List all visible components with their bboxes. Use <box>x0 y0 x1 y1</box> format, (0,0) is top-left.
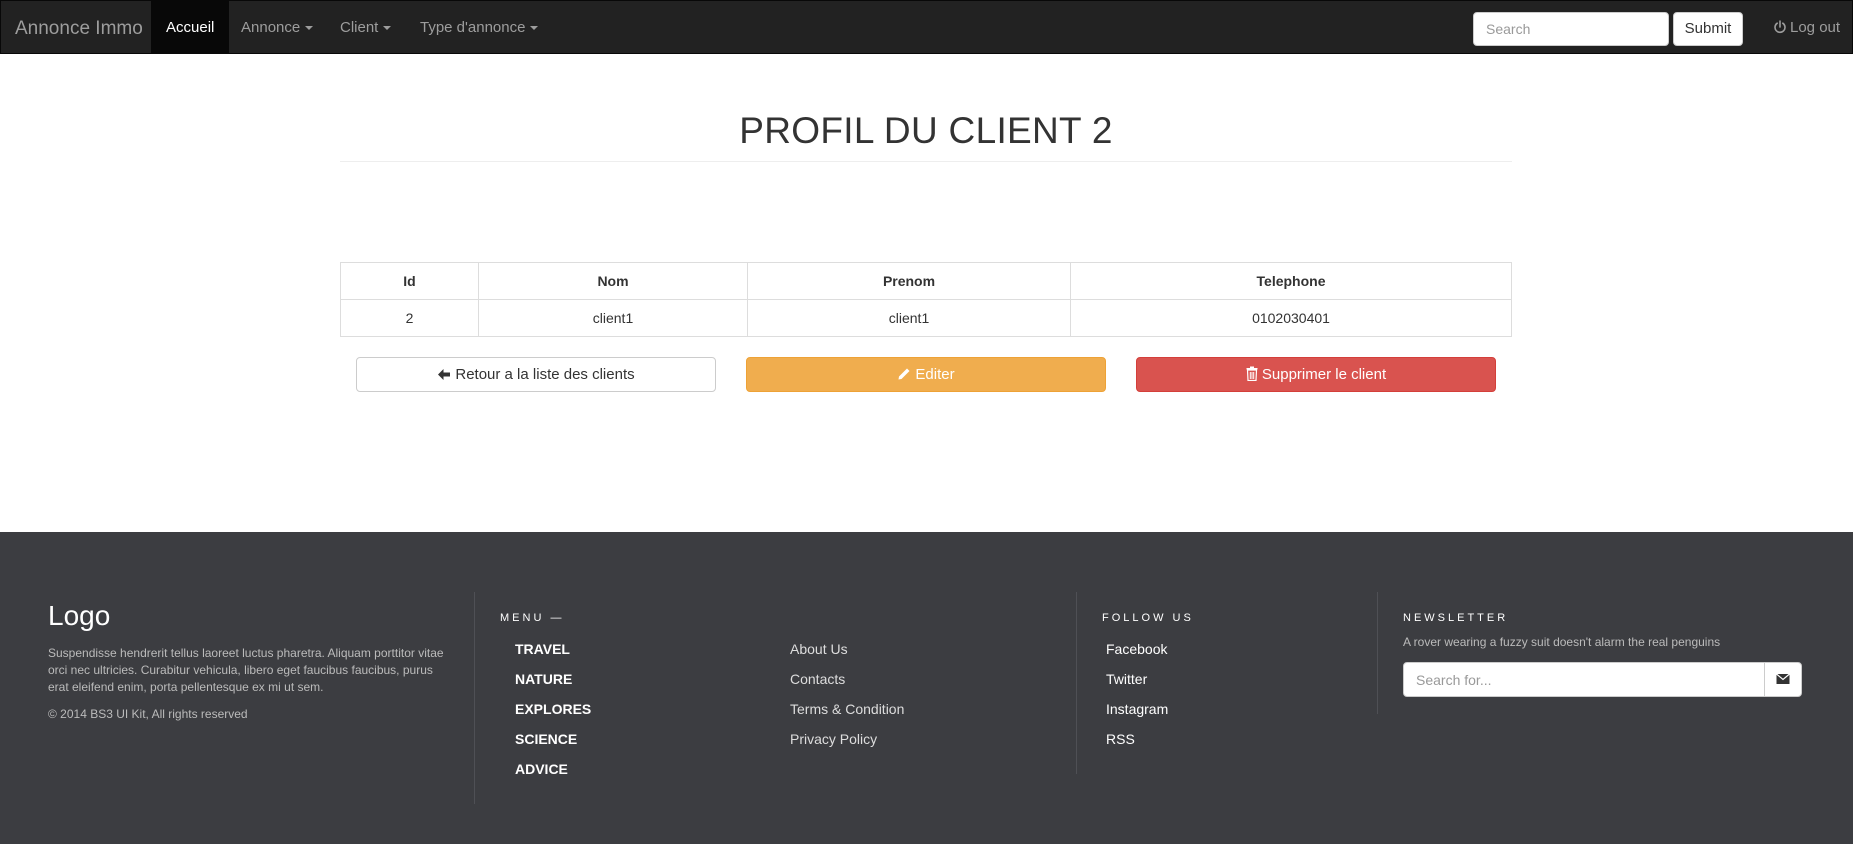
footer-link-terms[interactable]: Terms & Condition <box>790 701 904 717</box>
nav-item-label: Annonce <box>241 19 301 36</box>
cell-id: 2 <box>340 299 479 337</box>
footer-social-rss[interactable]: RSS <box>1106 731 1135 747</box>
footer-link-contacts[interactable]: Contacts <box>790 671 845 687</box>
back-to-list-button[interactable]: Retour a la liste des clients <box>356 357 716 392</box>
footer-logo: Logo <box>48 600 111 631</box>
nav-item-label: Client <box>340 19 379 36</box>
nav-item-label: Type d'annonce <box>420 19 526 36</box>
cell-nom: client1 <box>478 299 748 337</box>
footer-divider <box>1377 592 1378 714</box>
edit-button[interactable]: Editer <box>746 357 1106 392</box>
footer-follow-heading: FOLLOW US <box>1102 612 1194 624</box>
nav-item-client[interactable]: Client <box>340 1 392 53</box>
brand-link[interactable]: Annonce Immo <box>15 18 143 40</box>
delete-client-button[interactable]: Supprimer le client <box>1136 357 1496 392</box>
footer: Logo Suspendisse hendrerit tellus laoree… <box>0 532 1853 844</box>
trash-icon <box>1246 366 1258 382</box>
footer-menu-explores[interactable]: EXPLORES <box>515 701 591 717</box>
title-divider <box>340 161 1512 162</box>
page-title: PROFIL DU CLIENT 2 <box>739 110 1113 151</box>
footer-social-instagram[interactable]: Instagram <box>1106 701 1168 717</box>
logout-link[interactable]: Log out <box>1773 1 1840 55</box>
table-row: 2 client1 client1 0102030401 <box>340 299 1512 337</box>
envelope-icon <box>1776 673 1790 684</box>
footer-menu-travel[interactable]: TRAVEL <box>515 641 570 657</box>
logout-label: Log out <box>1790 19 1841 36</box>
client-table: Id Nom Prenom Telephone 2 client1 client… <box>340 262 1512 337</box>
edit-button-label: Editer <box>915 366 955 383</box>
footer-copyright: © 2014 BS3 UI Kit, All rights reserved <box>48 707 248 721</box>
arrow-left-icon <box>438 369 451 380</box>
power-icon <box>1774 20 1786 34</box>
footer-menu-science[interactable]: SCIENCE <box>515 731 577 747</box>
back-button-label: Retour a la liste des clients <box>455 366 635 383</box>
footer-menu-advice[interactable]: ADVICE <box>515 761 568 777</box>
cell-telephone: 0102030401 <box>1070 299 1512 337</box>
submit-button[interactable]: Submit <box>1673 12 1743 46</box>
delete-button-label: Supprimer le client <box>1261 366 1387 383</box>
caret-down-icon <box>530 26 539 31</box>
footer-link-privacy[interactable]: Privacy Policy <box>790 731 877 747</box>
nav-item-annonce[interactable]: Annonce <box>241 1 314 53</box>
footer-about-text: Suspendisse hendrerit tellus laoreet luc… <box>48 646 444 694</box>
top-navbar: Annonce Immo Accueil Annonce Client Type… <box>0 0 1853 54</box>
table-header-row: Id Nom Prenom Telephone <box>340 262 1512 300</box>
column-header-prenom: Prenom <box>747 262 1071 300</box>
footer-divider <box>474 592 475 804</box>
cell-prenom: client1 <box>747 299 1071 337</box>
footer-divider <box>1076 592 1077 774</box>
pencil-icon <box>898 368 910 380</box>
caret-down-icon <box>383 26 392 31</box>
nav-item-label: Accueil <box>166 19 215 36</box>
column-header-telephone: Telephone <box>1070 262 1512 300</box>
footer-newsletter-text: A rover wearing a fuzzy suit doesn't ala… <box>1403 635 1721 649</box>
footer-menu-heading: MENU — <box>500 612 565 624</box>
search-input[interactable] <box>1473 12 1669 46</box>
footer-social-twitter[interactable]: Twitter <box>1106 671 1147 687</box>
newsletter-input[interactable] <box>1403 662 1765 697</box>
nav-item-accueil[interactable]: Accueil <box>151 1 230 53</box>
column-header-nom: Nom <box>478 262 748 300</box>
nav-item-type-annonce[interactable]: Type d'annonce <box>420 1 539 53</box>
footer-newsletter-heading: NEWSLETTER <box>1403 612 1509 624</box>
newsletter-submit-button[interactable] <box>1764 662 1802 697</box>
footer-social-facebook[interactable]: Facebook <box>1106 641 1167 657</box>
footer-menu-nature[interactable]: NATURE <box>515 671 572 687</box>
footer-link-about-us[interactable]: About Us <box>790 641 848 657</box>
column-header-id: Id <box>340 262 479 300</box>
caret-down-icon <box>305 26 314 31</box>
